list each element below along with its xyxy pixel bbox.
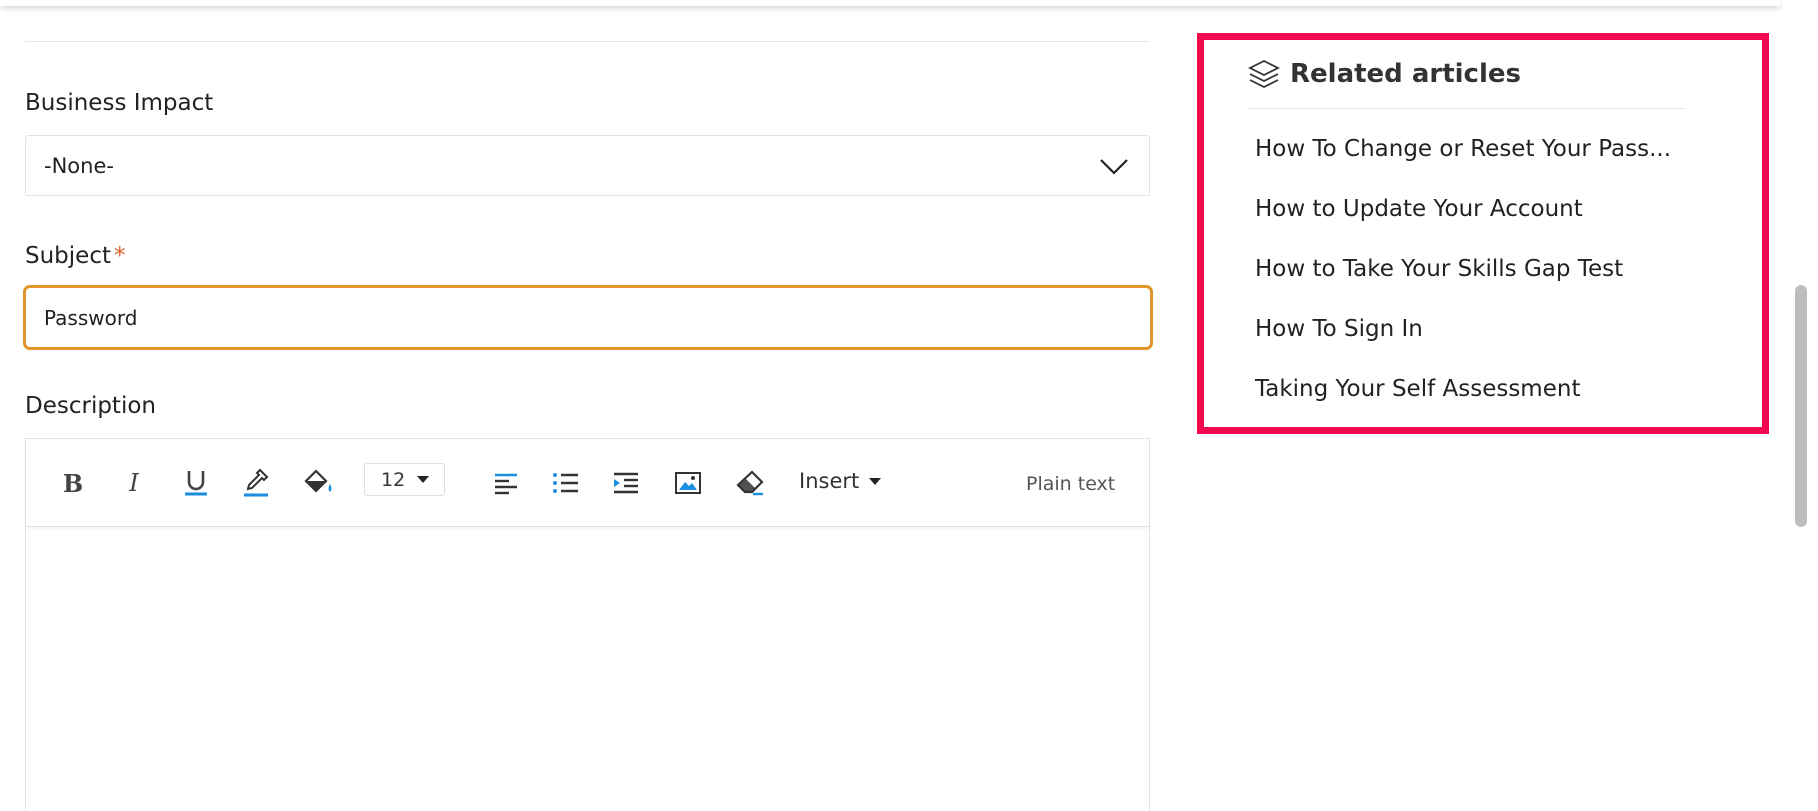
- underline-button[interactable]: [179, 463, 213, 503]
- insert-image-button[interactable]: [669, 463, 707, 503]
- description-editor[interactable]: B I 12 Insert Plain text: [25, 438, 1150, 811]
- related-article-link[interactable]: How to Take Your Skills Gap Test: [1255, 256, 1671, 316]
- insert-menu-button[interactable]: Insert: [799, 469, 882, 493]
- bold-button[interactable]: B: [56, 463, 90, 503]
- bulleted-list-button[interactable]: [549, 463, 583, 503]
- underline-icon: [185, 471, 207, 496]
- italic-icon: I: [129, 469, 139, 497]
- ticket-form: Business Impact -None- Subject* Descript…: [23, 0, 1153, 811]
- editor-toolbar: B I 12 Insert Plain text: [26, 439, 1149, 527]
- layers-icon: [1248, 59, 1280, 89]
- related-article-link[interactable]: How To Change or Reset Your Pass...: [1255, 136, 1671, 196]
- subject-input[interactable]: [23, 285, 1153, 350]
- business-impact-select[interactable]: -None-: [25, 135, 1150, 196]
- business-impact-value: -None-: [44, 153, 114, 178]
- clear-format-button[interactable]: [731, 463, 769, 503]
- related-article-link[interactable]: How to Update Your Account: [1255, 196, 1671, 256]
- related-articles-title: Related articles: [1290, 59, 1521, 89]
- business-impact-label: Business Impact: [25, 90, 214, 116]
- related-articles-divider: [1248, 108, 1685, 109]
- align-button[interactable]: [489, 463, 523, 503]
- eyedropper-icon: [244, 468, 269, 497]
- related-articles-panel: Related articles How To Change or Reset …: [1197, 33, 1769, 434]
- required-marker: *: [113, 243, 126, 269]
- form-divider: [25, 41, 1150, 42]
- description-label: Description: [25, 393, 156, 419]
- eraser-icon: [736, 470, 764, 496]
- related-articles-list: How To Change or Reset Your Pass... How …: [1255, 136, 1671, 436]
- indent-icon: [614, 472, 638, 494]
- subject-label: Subject *: [25, 243, 125, 269]
- align-left-icon: [495, 473, 517, 495]
- list-icon: [553, 473, 578, 493]
- italic-button[interactable]: I: [117, 463, 151, 503]
- font-size-select[interactable]: 12: [364, 463, 445, 496]
- scrollbar-thumb[interactable]: [1795, 285, 1807, 527]
- related-articles-header: Related articles: [1248, 58, 1521, 90]
- caret-down-icon: [869, 477, 882, 485]
- font-size-value: 12: [381, 468, 406, 491]
- background-color-button[interactable]: [299, 463, 339, 503]
- bold-icon: B: [62, 468, 84, 498]
- text-color-button[interactable]: [239, 463, 273, 503]
- related-article-link[interactable]: Taking Your Self Assessment: [1255, 376, 1671, 436]
- chevron-down-icon: [1100, 159, 1128, 175]
- paint-bucket-icon: [304, 469, 332, 493]
- image-icon: [675, 472, 701, 494]
- indent-button[interactable]: [609, 463, 643, 503]
- plain-text-toggle[interactable]: Plain text: [1026, 473, 1115, 495]
- caret-down-icon: [417, 476, 430, 483]
- subject-label-text: Subject: [25, 243, 111, 269]
- insert-label: Insert: [799, 469, 860, 493]
- related-article-link[interactable]: How To Sign In: [1255, 316, 1671, 376]
